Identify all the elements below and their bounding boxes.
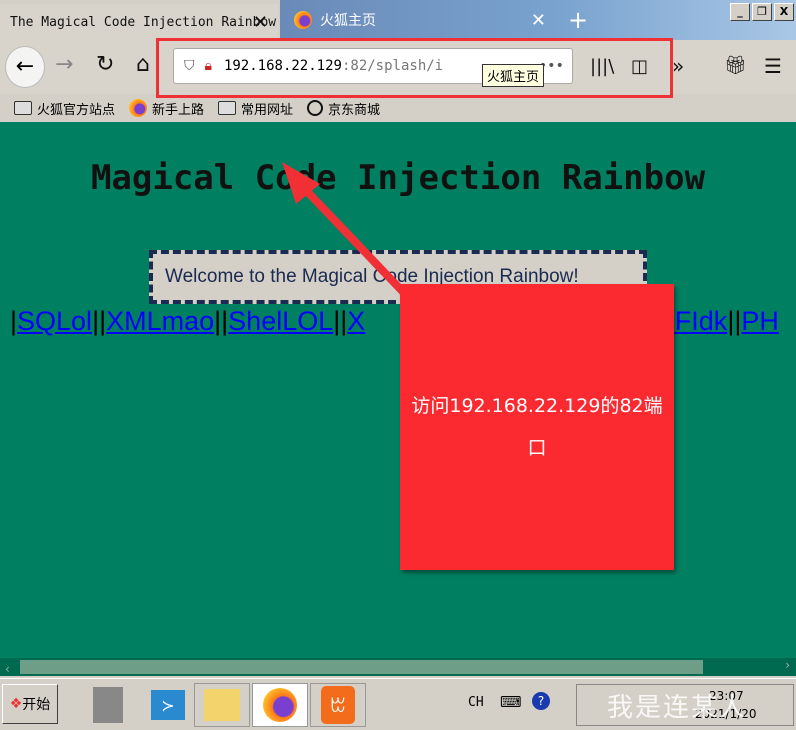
gift-icon[interactable]: 🎁︎	[724, 55, 747, 76]
powershell-icon[interactable]: ≻	[140, 683, 196, 727]
bookmark-item[interactable]: 新手上路	[129, 99, 204, 118]
home-button[interactable]: ⌂	[136, 52, 150, 77]
reload-button[interactable]: ↻	[96, 52, 114, 77]
folder-icon	[14, 101, 32, 115]
firefox-icon	[294, 11, 312, 29]
folder-icon	[218, 101, 237, 115]
minimize-button[interactable]: _	[730, 3, 750, 21]
start-label: 开始	[22, 697, 51, 713]
back-button[interactable]: ←	[5, 46, 45, 88]
arrow-annotation	[282, 162, 408, 297]
arrow-line	[297, 181, 408, 297]
highlight-box	[156, 38, 673, 98]
start-button[interactable]: ❖ 开始	[2, 684, 58, 724]
language-indicator[interactable]: CH	[468, 695, 484, 710]
tooltip: 火狐主页	[482, 64, 545, 87]
close-tab-icon[interactable]: ✕	[253, 12, 268, 33]
overflow-icon[interactable]: »	[672, 54, 684, 78]
watermark: 我是连某人	[607, 693, 748, 723]
tab-label: The Magical Code Injection Rainbow	[10, 14, 277, 30]
bookmark-item[interactable]: 常用网址	[218, 99, 293, 118]
globe-icon	[307, 100, 324, 116]
bookmark-item[interactable]: 京东商城	[307, 99, 380, 118]
new-tab-button[interactable]: +	[568, 6, 588, 34]
page-content: Magical Code Injection Rainbow Welcome t…	[0, 122, 796, 658]
bookmark-label: 火狐官方站点	[37, 102, 116, 118]
restore-button[interactable]: ❐	[752, 3, 772, 21]
server-manager-icon[interactable]	[80, 683, 136, 727]
bookmark-item[interactable]: 火狐官方站点	[14, 99, 115, 118]
tab-firefox-home[interactable]: 火狐主页 ✕	[282, 2, 558, 38]
close-tab-icon[interactable]: ✕	[531, 10, 546, 31]
forward-button[interactable]: →	[55, 52, 73, 77]
firefox-icon	[129, 99, 148, 117]
close-window-button[interactable]: X	[774, 3, 794, 21]
tab-label: 火狐主页	[320, 13, 376, 29]
bookmark-label: 常用网址	[241, 102, 294, 118]
windows-logo-icon: ❖	[9, 696, 23, 712]
file-explorer-icon[interactable]	[194, 683, 250, 727]
bookmarks-bar: 火狐官方站点 新手上路 常用网址 京东商城	[0, 94, 796, 122]
menu-icon[interactable]: ☰	[764, 54, 782, 78]
system-tray: 23:07 2021/1/20 我是连某人	[576, 684, 794, 726]
keyboard-icon[interactable]: ⌨	[500, 693, 522, 711]
callout-annotation: 访问192.168.22.129的82端口	[400, 284, 674, 570]
scrollbar-thumb[interactable]	[20, 660, 703, 674]
bookmark-label: 新手上路	[152, 102, 205, 118]
help-icon[interactable]: ?	[532, 692, 550, 710]
bookmark-label: 京东商城	[328, 102, 381, 118]
xampp-icon[interactable]: ꔱ	[310, 683, 366, 727]
tab-active[interactable]: The Magical Code Injection Rainbow ✕	[0, 4, 278, 40]
firefox-taskbar-icon[interactable]	[252, 683, 308, 727]
